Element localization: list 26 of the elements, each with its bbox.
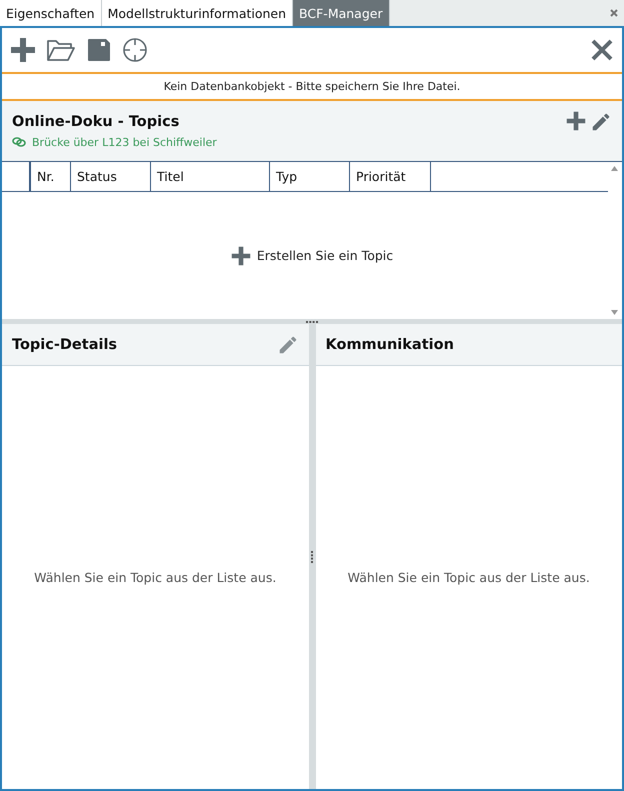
close-icon[interactable] (610, 9, 618, 17)
plus-icon[interactable] (10, 37, 36, 63)
column-header[interactable]: Titel (151, 162, 270, 191)
panel-tab[interactable]: Eigenschaften (0, 0, 102, 26)
scroll-down-icon[interactable] (611, 310, 618, 315)
crosshair-icon[interactable] (122, 37, 148, 63)
pencil-icon[interactable] (590, 111, 612, 133)
create-topic-button[interactable]: Erstellen Sie ein Topic (230, 246, 394, 266)
section-title: Topic-Details (12, 336, 118, 352)
save-icon[interactable] (86, 37, 112, 63)
plus-icon (230, 246, 251, 266)
empty-message: Wählen Sie ein Topic aus der Liste aus. (33, 569, 278, 587)
close-icon[interactable] (590, 38, 614, 62)
scroll-up-icon[interactable] (611, 166, 618, 171)
empty-message: Wählen Sie ein Topic aus der Liste aus. (346, 569, 591, 587)
panel-tab[interactable]: Modellstrukturinformationen (102, 0, 294, 26)
section-title: Kommunikation (326, 336, 454, 352)
column-header[interactable]: Nr. (31, 162, 71, 191)
column-header[interactable]: Typ (270, 162, 350, 191)
column-header[interactable]: Status (71, 162, 151, 191)
folder-icon[interactable] (46, 37, 76, 63)
panel-tab[interactable]: BCF-Manager (293, 0, 390, 26)
link-icon (12, 137, 26, 147)
section-title: Online-Doku - Topics (12, 114, 180, 130)
column-header[interactable]: Priorität (350, 162, 431, 191)
notice-message: Kein Datenbankobjekt - Bitte speichern Sie Ihre Datei. (2, 72, 622, 101)
